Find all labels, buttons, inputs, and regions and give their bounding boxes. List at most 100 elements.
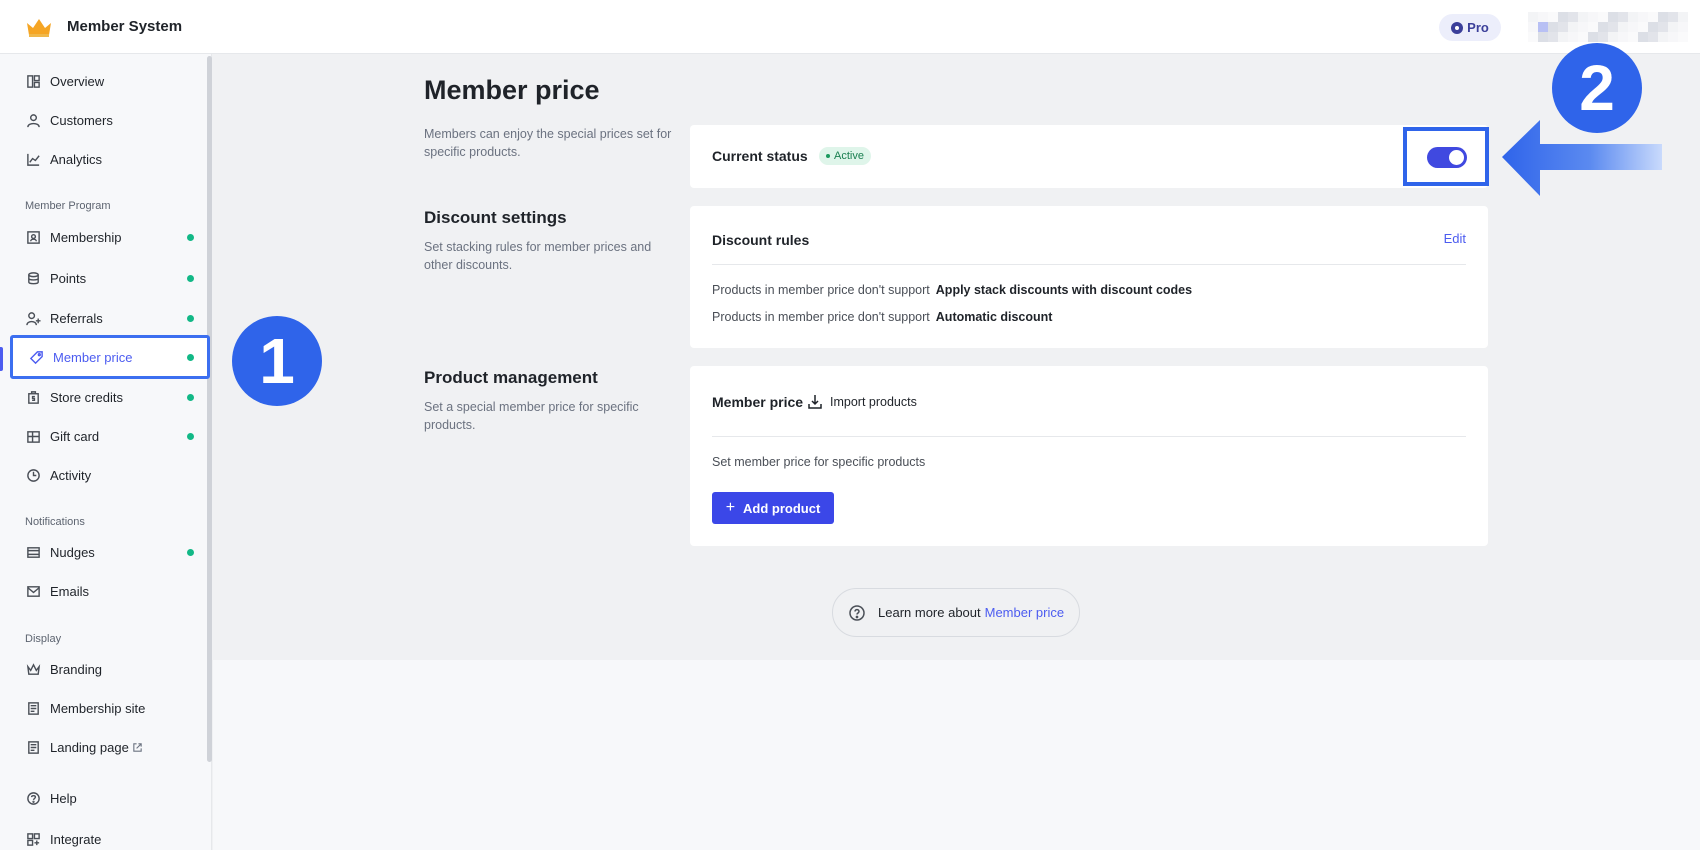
blur-pixel [1528, 12, 1538, 22]
gift-icon [25, 428, 41, 444]
status-dot [187, 548, 194, 556]
status-dot [187, 353, 194, 361]
blur-pixel [1538, 32, 1548, 42]
section-member-program: Member Program [25, 200, 111, 212]
blur-pixel [1578, 12, 1588, 22]
learn-more-banner: Learn more about Member price [832, 588, 1080, 637]
sidebar-item-store-credits[interactable]: Store credits [10, 375, 210, 419]
status-badge: Active [819, 147, 871, 165]
sidebar-item-label: Membership [50, 229, 122, 245]
sidebar-item-label: Branding [50, 661, 103, 677]
blur-pixel [1548, 32, 1558, 42]
blur-pixel [1578, 32, 1588, 42]
blur-pixel [1648, 22, 1658, 32]
blur-pixel [1568, 32, 1578, 42]
pro-plan-badge[interactable]: Pro [1439, 14, 1501, 41]
blur-pixel [1658, 12, 1668, 22]
blur-pixel [1658, 22, 1668, 32]
blur-pixel [1638, 22, 1648, 32]
blur-pixel [1568, 12, 1578, 22]
blur-pixel [1578, 22, 1588, 32]
sidebar-item-label: Points [50, 270, 87, 286]
learn-more-text: Learn more about [878, 605, 981, 620]
sidebar-item-label: Help [50, 790, 77, 806]
blur-pixel [1618, 12, 1628, 22]
sidebar-item-branding[interactable]: Branding [10, 647, 210, 691]
brand[interactable]: Member System [25, 15, 182, 39]
blur-pixel [1668, 22, 1678, 32]
rule-value: Apply stack discounts with discount code… [935, 283, 1193, 297]
sidebar-item-label: Emails [50, 583, 90, 599]
status-dot [187, 393, 194, 401]
sidebar-item-label: Gift card [50, 428, 100, 444]
blur-pixel [1628, 12, 1638, 22]
set-price-desc: Set member price for specific products [712, 455, 926, 469]
user-icon [25, 112, 41, 128]
blur-pixel [1568, 22, 1578, 32]
rule-row: Products in member price don't support Au… [712, 310, 1052, 324]
divider [712, 436, 1466, 437]
status-dot [187, 432, 194, 440]
blur-pixel [1608, 22, 1618, 32]
membership-card-icon [25, 229, 41, 245]
sidebar-item-help[interactable]: Help [10, 776, 210, 820]
sidebar-item-gift-card[interactable]: Gift card [10, 414, 210, 458]
edit-link[interactable]: Edit [1444, 231, 1466, 246]
blur-pixel [1598, 22, 1608, 32]
sidebar-item-label: Membership site [50, 700, 146, 716]
status-card: Current status Active [690, 125, 1488, 188]
plus-icon: + [725, 499, 736, 516]
blur-pixel [1628, 32, 1638, 42]
section-display: Display [25, 633, 62, 645]
member-price-help-link[interactable]: Member price [985, 605, 1064, 620]
user-add-icon [25, 310, 41, 326]
blur-pixel [1528, 22, 1538, 32]
plan-label: Pro [1467, 20, 1489, 35]
sidebar-item-membership[interactable]: Membership [10, 215, 210, 259]
help-icon [849, 604, 865, 621]
account-menu[interactable] [1528, 12, 1688, 42]
blur-pixel [1598, 32, 1608, 42]
price-tag-icon [28, 349, 44, 365]
sidebar-item-nudges[interactable]: Nudges [10, 530, 210, 574]
sidebar-item-landing-page[interactable]: Landing page [10, 725, 210, 769]
status-toggle[interactable] [1427, 147, 1467, 168]
blur-pixel [1618, 32, 1628, 42]
blur-pixel [1608, 32, 1618, 42]
sidebar-item-label: Member price [53, 349, 133, 365]
rule-row: Products in member price don't support Ap… [712, 283, 1192, 297]
blur-pixel [1598, 12, 1608, 22]
blur-pixel [1558, 22, 1568, 32]
sidebar-item-customers[interactable]: Customers [10, 98, 210, 142]
product-management-desc: Set a special member price for specific … [424, 400, 639, 432]
sidebar-item-member-price[interactable]: Member price [10, 335, 210, 379]
sidebar-item-label: Activity [50, 467, 92, 483]
blur-pixel [1638, 32, 1648, 42]
blur-pixel [1678, 22, 1688, 32]
discount-settings-title: Discount settings [424, 208, 567, 227]
sidebar-item-label: Overview [50, 73, 105, 89]
sidebar-item-overview[interactable]: Overview [10, 59, 210, 103]
product-card: Member price Import products Set member … [690, 366, 1488, 546]
member-price-card-title: Member price [712, 394, 804, 410]
blur-pixel [1588, 22, 1598, 32]
sidebar-item-label: Landing page [50, 739, 129, 755]
sidebar-item-referrals[interactable]: Referrals [10, 296, 210, 340]
sidebar-item-integrate[interactable]: Integrate [10, 817, 210, 850]
clock-icon [25, 467, 41, 483]
sidebar-item-emails[interactable]: Emails [10, 569, 210, 613]
discount-card: Discount rules Edit Products in member p… [690, 206, 1488, 348]
blur-pixel [1528, 32, 1538, 42]
active-indicator [0, 347, 3, 371]
window-icon [25, 544, 41, 560]
import-products-link[interactable]: Import products [806, 393, 917, 411]
blur-pixel [1648, 32, 1658, 42]
sidebar-item-points[interactable]: Points [10, 256, 210, 300]
sidebar-item-membership-site[interactable]: Membership site [10, 686, 210, 730]
add-product-button[interactable]: + Add product [712, 492, 834, 524]
page-icon [25, 739, 41, 755]
sidebar-item-label: Analytics [50, 151, 103, 167]
sidebar-item-label: Nudges [50, 544, 95, 560]
sidebar-item-activity[interactable]: Activity [10, 453, 210, 497]
sidebar-item-analytics[interactable]: Analytics [10, 137, 210, 181]
